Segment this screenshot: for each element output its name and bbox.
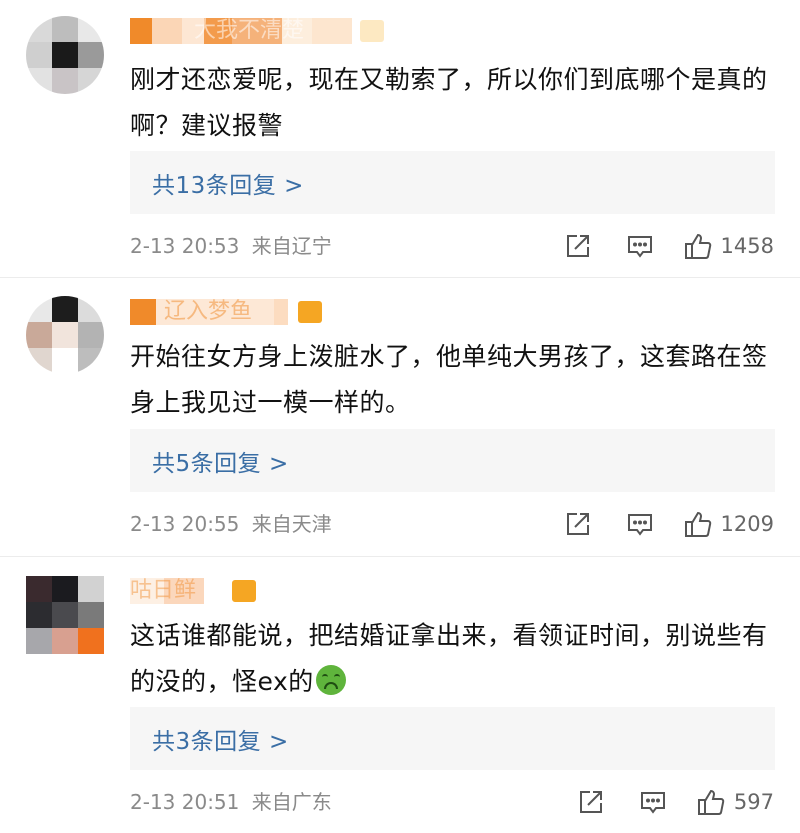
username[interactable]: 大我不清楚 — [130, 18, 384, 44]
user-badge-icon — [232, 580, 256, 602]
thumbs-up-icon[interactable] — [696, 787, 726, 817]
comment-actions: 1209 — [563, 509, 774, 539]
username[interactable]: 辽入梦鱼 — [130, 299, 322, 325]
comment-text: 开始往女方身上泼脏水了，他单纯大男孩了，这套路在签身上我见过一模一样的。 — [130, 342, 768, 417]
view-replies-label: 共3条回复 > — [152, 728, 289, 755]
comment-icon[interactable] — [625, 231, 655, 261]
thumbs-up-icon[interactable] — [683, 509, 713, 539]
avatar[interactable] — [26, 296, 104, 374]
user-badge-icon — [298, 301, 322, 323]
like-count: 597 — [733, 790, 774, 814]
comment-location: 来自广东 — [251, 790, 332, 814]
comment-meta: 2-13 20:53 来自辽宁 — [130, 231, 332, 261]
comment-text: 这话谁都能说，把结婚证拿出来，看领证时间，别说些有的没的，怪ex的 — [130, 621, 768, 696]
comment-text: 刚才还恋爱呢，现在又勒索了，所以你们到底哪个是真的啊？建议报警 — [130, 65, 768, 140]
comment-location: 来自天津 — [251, 512, 332, 536]
share-icon[interactable] — [576, 787, 606, 817]
username-mosaic: 辽入梦鱼 — [130, 299, 288, 325]
user-badge-icon — [360, 20, 384, 42]
view-replies-label: 共13条回复 > — [152, 172, 304, 199]
nauseated-face-emoji — [315, 665, 346, 695]
username[interactable]: 咕日鲜 — [130, 578, 256, 604]
username-mosaic: 咕日鲜 — [130, 578, 204, 604]
thumbs-up-icon[interactable] — [683, 231, 713, 261]
comment-time: 2-13 20:55 — [130, 512, 240, 536]
username-mosaic: 大我不清楚 — [130, 18, 352, 44]
like-count: 1458 — [720, 234, 774, 258]
comment-actions: 1458 — [563, 231, 774, 261]
comment-meta: 2-13 20:55 来自天津 — [130, 509, 332, 539]
comment-time: 2-13 20:51 — [130, 790, 240, 814]
avatar[interactable] — [26, 16, 104, 94]
view-replies-label: 共5条回复 > — [152, 450, 289, 477]
view-replies-button[interactable]: 共13条回复 > — [130, 151, 775, 214]
comment-location: 来自辽宁 — [251, 234, 332, 258]
comment-divider — [0, 277, 800, 278]
comment-meta: 2-13 20:51 来自广东 — [130, 787, 332, 817]
comment-divider — [0, 556, 800, 557]
comment-time: 2-13 20:53 — [130, 234, 240, 258]
avatar[interactable] — [26, 576, 104, 654]
view-replies-button[interactable]: 共3条回复 > — [130, 707, 775, 770]
view-replies-button[interactable]: 共5条回复 > — [130, 429, 775, 492]
share-icon[interactable] — [563, 231, 593, 261]
comment-icon[interactable] — [638, 787, 668, 817]
like-count: 1209 — [720, 512, 774, 536]
comment-actions: 597 — [576, 787, 774, 817]
share-icon[interactable] — [563, 509, 593, 539]
comment-icon[interactable] — [625, 509, 655, 539]
